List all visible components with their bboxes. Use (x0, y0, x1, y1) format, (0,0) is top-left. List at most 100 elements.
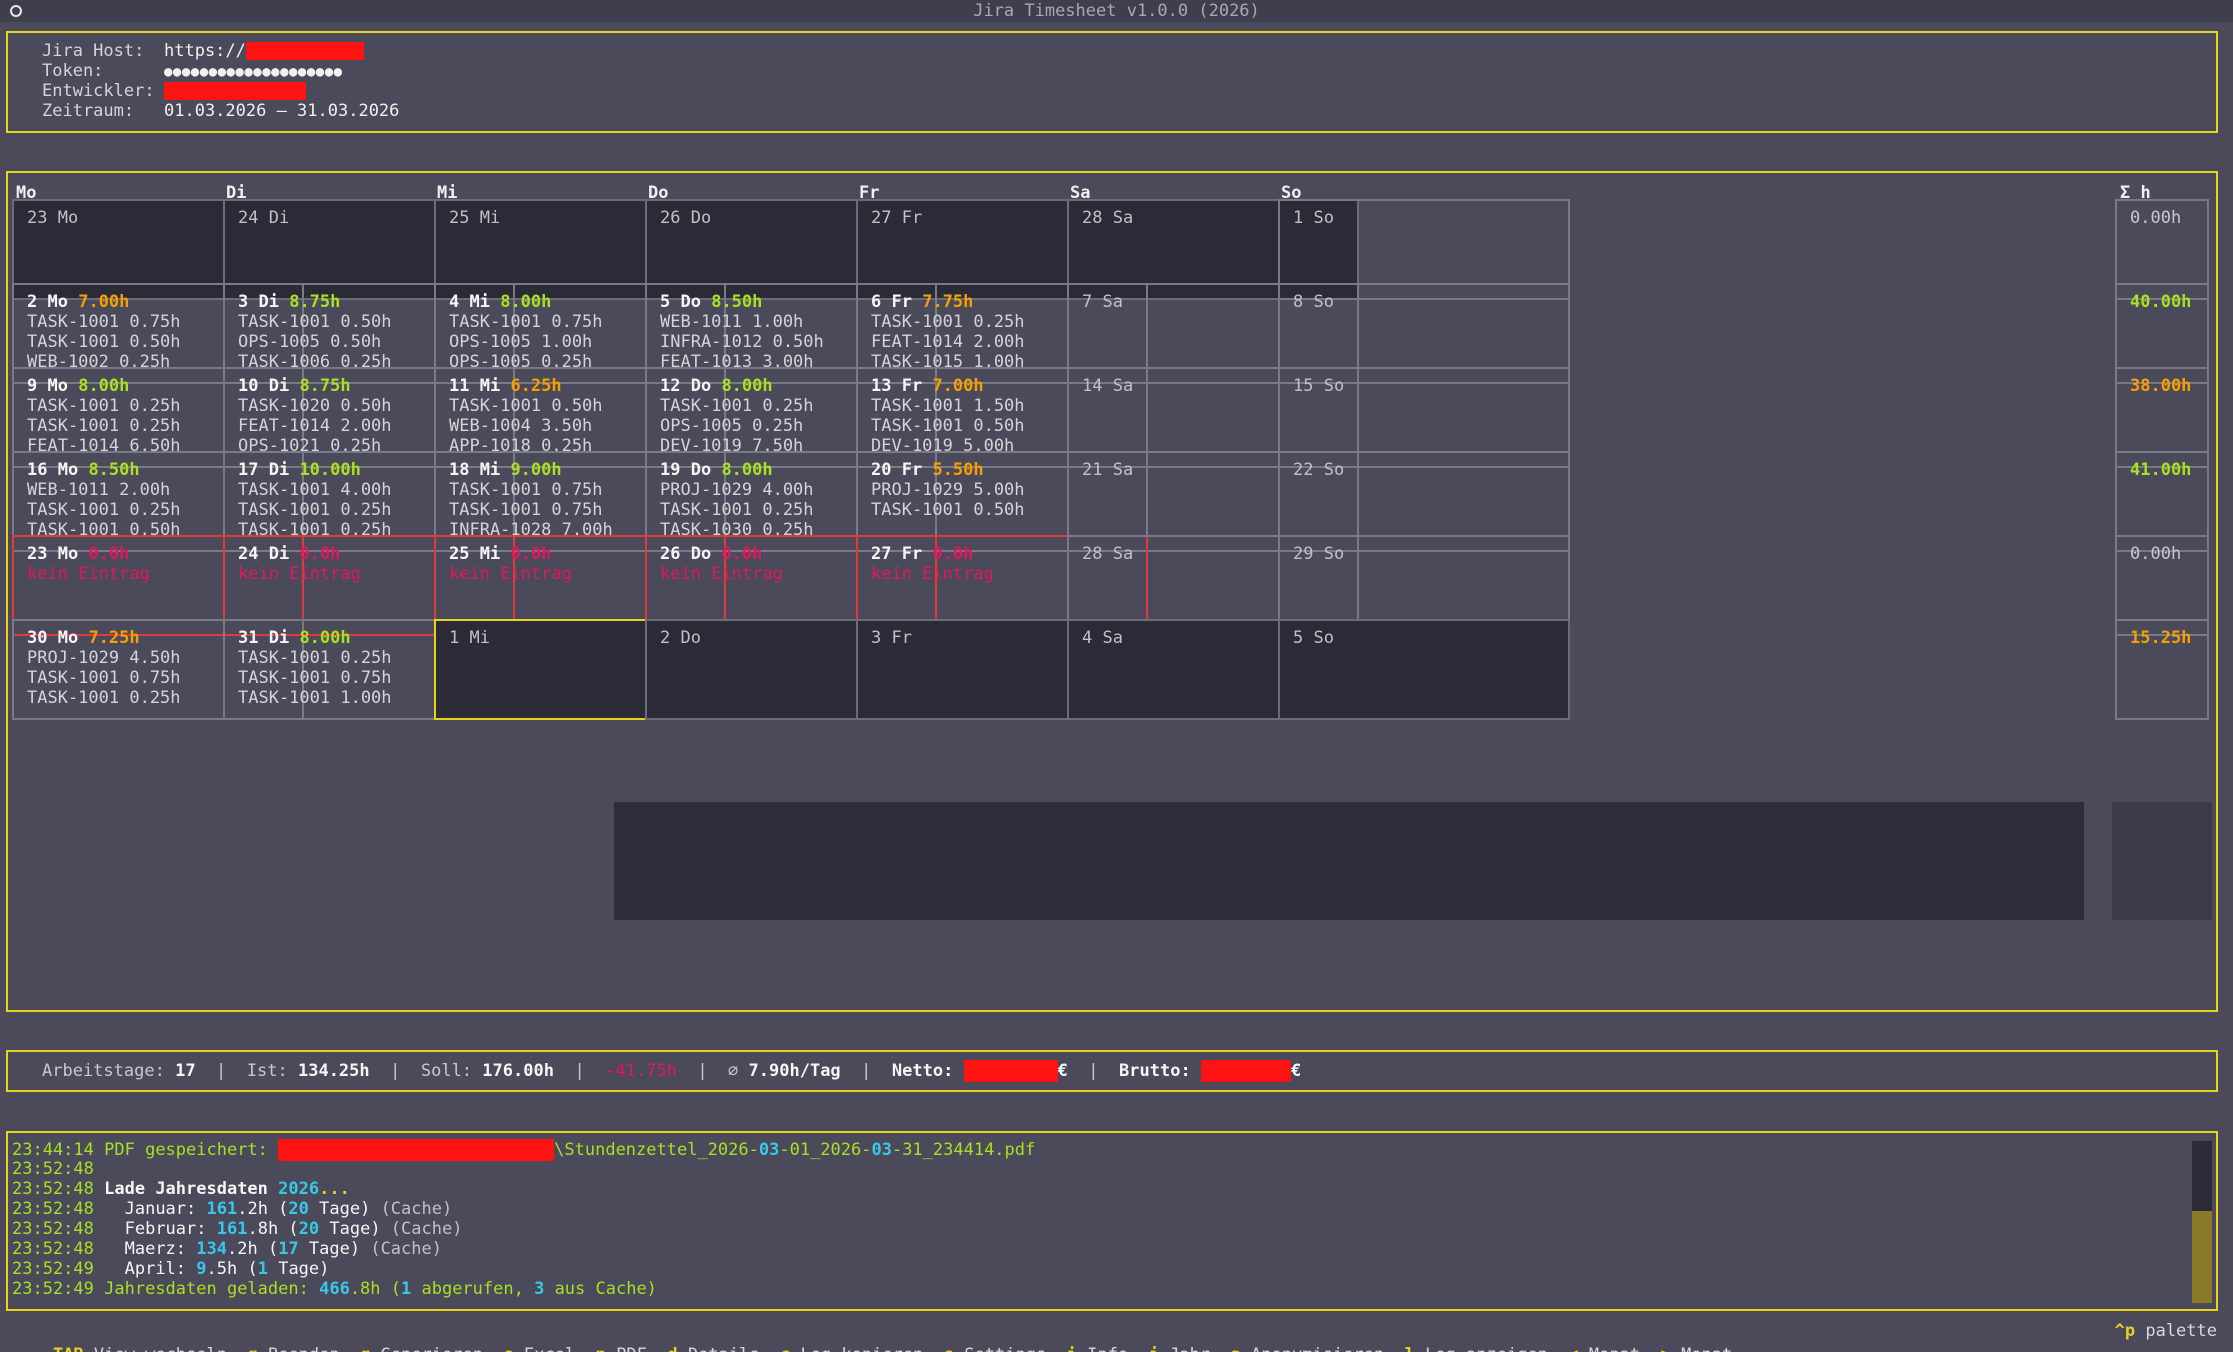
day-label: 17 Di (238, 460, 290, 480)
next-month-shade (614, 802, 2084, 920)
day-label: 12 Do (660, 376, 712, 396)
log-year: 2026 (278, 1179, 320, 1199)
day-cell-header: 15 So (1293, 376, 1555, 396)
day-label: 26 Do (660, 208, 712, 228)
log-scrollbar-thumb[interactable] (2192, 1211, 2212, 1303)
keybinding-item[interactable]: g Generieren (360, 1345, 483, 1352)
log-file: -31_234414.pdf (891, 1140, 1036, 1160)
keybinding-item[interactable]: i Info (1067, 1345, 1128, 1352)
keybinding-label: Log anzeigen (1425, 1345, 1548, 1352)
keybinding-item[interactable]: < Monat (1568, 1345, 1640, 1352)
day-label: 28 Sa (1082, 544, 1134, 564)
day-hours: 8.75h (289, 292, 341, 312)
palette-hint[interactable]: ^p palette (2115, 1319, 2217, 1343)
log-line: 23:44:14 PDF gespeichert: \Stundenzettel… (12, 1139, 2212, 1161)
host-value: https:// (164, 41, 246, 61)
sum-shade (2112, 802, 2212, 920)
day-cell[interactable]: 5 So (1278, 619, 1570, 720)
day-label: 4 Mi (449, 292, 490, 312)
log-line: 23:52:48 (12, 1159, 2212, 1179)
day-label: 28 Sa (1082, 208, 1134, 228)
brutto-label: Brutto: (1119, 1061, 1191, 1081)
day-label: 19 Do (660, 460, 712, 480)
keybinding-key: e (503, 1345, 513, 1352)
day-label: 1 So (1293, 208, 1334, 228)
day-hours: 8.00h (721, 460, 773, 480)
log-text: Jahresdaten geladen: (104, 1279, 309, 1299)
netto-redacted (963, 1060, 1058, 1082)
separator: | (390, 1061, 401, 1081)
keybinding-key: c (780, 1345, 790, 1352)
log-timestamp: 23:52:48 (12, 1199, 94, 1219)
keybinding-key: TAB (53, 1345, 84, 1352)
log-timestamp: 23:52:49 (12, 1259, 94, 1279)
log-fetched: 1 (401, 1279, 412, 1299)
keybinding-footer: TAB View wechseln q Beenden g Generieren… (0, 1319, 2233, 1352)
keybinding-item[interactable]: > Monat (1661, 1345, 1733, 1352)
keybinding-item[interactable]: j Jahr (1149, 1345, 1210, 1352)
host-row: Jira Host: https:// (42, 41, 364, 61)
log-cached: 3 (534, 1279, 545, 1299)
day-hours: 7.00h (932, 376, 984, 396)
keybinding-key: a (1231, 1345, 1241, 1352)
keybinding-label: Generieren (381, 1345, 483, 1352)
log-month: April: (124, 1259, 187, 1279)
title-bar: Jira Timesheet v1.0.0 (2026) (0, 0, 2233, 22)
day-label: 15 So (1293, 376, 1345, 396)
day-hours: 8.00h (299, 628, 351, 648)
keybinding-item[interactable]: TAB View wechseln (53, 1345, 227, 1352)
day-hours: 10.00h (299, 460, 361, 480)
day-label: 2 Mo (27, 292, 68, 312)
log-days: 20 (298, 1219, 320, 1239)
ist-label: Ist: (246, 1061, 288, 1081)
window-circle-icon[interactable] (10, 5, 22, 17)
log-scrollbar[interactable] (2192, 1141, 2212, 1303)
day-label: 1 Mi (449, 628, 490, 648)
day-label: 30 Mo (27, 628, 79, 648)
keybinding-item[interactable]: s Settings (944, 1345, 1046, 1352)
log-timestamp: 23:52:48 (12, 1219, 94, 1239)
day-hours: 8.75h (299, 376, 351, 396)
log-hours: 134 (196, 1239, 227, 1259)
range-value: 01.03.2026 – 31.03.2026 (164, 101, 400, 121)
log-timestamp: 23:52:49 (12, 1279, 94, 1299)
keybinding-item[interactable]: e Excel (503, 1345, 575, 1352)
log-text: PDF gespeichert: (104, 1140, 268, 1160)
soll-value: 176.00h (482, 1061, 554, 1081)
log-text: Lade Jahresdaten (104, 1179, 268, 1199)
day-hours: 0.0h (299, 544, 341, 564)
brutto-redacted (1200, 1060, 1291, 1082)
log-hours-unit: .8h ( (247, 1219, 299, 1239)
keybinding-item[interactable]: q Beenden (247, 1345, 339, 1352)
log-panel[interactable]: 23:44:14 PDF gespeichert: \Stundenzettel… (6, 1131, 2218, 1311)
separator: | (861, 1061, 872, 1081)
day-label: 24 Di (238, 544, 290, 564)
keybinding-item[interactable]: p PDF (596, 1345, 647, 1352)
keybinding-item[interactable]: l Log anzeigen (1405, 1345, 1548, 1352)
day-label: 29 So (1293, 544, 1345, 564)
keybinding-item[interactable]: a Anonymisieren (1231, 1345, 1385, 1352)
calendar-panel: Mo Di Mi Do Fr Sa So Σ h 23 Mo 24 Di 25 Mi 26 Do 27… (6, 171, 2218, 1012)
day-label: 3 Fr (871, 628, 912, 648)
keybinding-key: q (247, 1345, 257, 1352)
keybinding-item[interactable]: c Log kopieren (780, 1345, 923, 1352)
keybinding-key: j (1149, 1345, 1159, 1352)
day-label: 25 Mi (449, 544, 501, 564)
day-label: 3 Di (238, 292, 279, 312)
keybinding-key: g (360, 1345, 370, 1352)
diff-value: -41.75h (605, 1061, 677, 1081)
log-line: 23:52:48 Februar: 161.8h (20 Tage) (Cach… (12, 1219, 2212, 1239)
day-label: 4 Sa (1082, 628, 1123, 648)
day-hours: 8.00h (500, 292, 552, 312)
keybinding-list: TAB View wechseln q Beenden g Generieren… (53, 1345, 1732, 1352)
day-label: 7 Sa (1082, 292, 1123, 312)
keybinding-label: View wechseln (94, 1345, 227, 1352)
week-sum-value: 0.00h (2130, 544, 2182, 564)
day-hours: 8.00h (78, 376, 130, 396)
log-fetched-label: abgerufen, (411, 1279, 535, 1299)
day-label: 27 Fr (871, 544, 923, 564)
log-ellipsis: ... (319, 1179, 350, 1199)
keybinding-item[interactable]: d Details (667, 1345, 759, 1352)
log-file-month: 03 (758, 1140, 780, 1160)
day-hours: 7.75h (922, 292, 974, 312)
